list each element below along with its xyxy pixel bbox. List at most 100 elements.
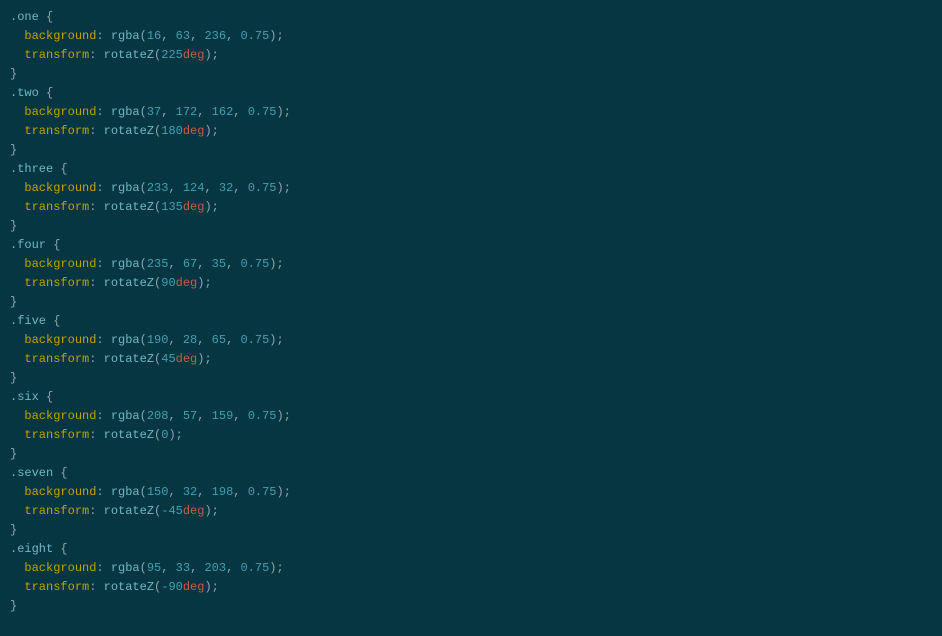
code-line: transform: rotateZ(180deg);: [10, 122, 932, 141]
code-line: }: [10, 293, 932, 312]
code-line: transform: rotateZ(0);: [10, 426, 932, 445]
code-line: background: rgba(95, 33, 203, 0.75);: [10, 559, 932, 578]
number: -90: [161, 580, 183, 594]
selector: .four: [10, 238, 46, 252]
func-rgba: rgba: [111, 333, 140, 347]
property-transform: transform: [24, 428, 89, 442]
code-line: transform: rotateZ(-45deg);: [10, 502, 932, 521]
property-transform: transform: [24, 200, 89, 214]
code-line: background: rgba(208, 57, 159, 0.75);: [10, 407, 932, 426]
property-background: background: [24, 333, 96, 347]
code-line: transform: rotateZ(-90deg);: [10, 578, 932, 597]
code-line: .eight {: [10, 540, 932, 559]
number: 65: [212, 333, 226, 347]
property-background: background: [24, 29, 96, 43]
code-line: background: rgba(150, 32, 198, 0.75);: [10, 483, 932, 502]
number: 0.75: [248, 181, 277, 195]
code-line: .three {: [10, 160, 932, 179]
number: 0.75: [248, 409, 277, 423]
code-line: background: rgba(16, 63, 236, 0.75);: [10, 27, 932, 46]
number: 37: [147, 105, 161, 119]
code-line: .five {: [10, 312, 932, 331]
code-line: transform: rotateZ(90deg);: [10, 274, 932, 293]
number: 235: [147, 257, 169, 271]
property-background: background: [24, 257, 96, 271]
selector: .seven: [10, 466, 53, 480]
unit-deg: deg: [183, 580, 205, 594]
unit-deg: deg: [176, 352, 198, 366]
number: 0.75: [240, 257, 269, 271]
code-line: background: rgba(235, 67, 35, 0.75);: [10, 255, 932, 274]
property-transform: transform: [24, 352, 89, 366]
number: 63: [176, 29, 190, 43]
number: 90: [161, 276, 175, 290]
func-rgba: rgba: [111, 409, 140, 423]
func-rotatez: rotateZ: [104, 48, 154, 62]
number: 32: [219, 181, 233, 195]
func-rotatez: rotateZ: [104, 580, 154, 594]
number: 0.75: [240, 29, 269, 43]
number: 57: [183, 409, 197, 423]
property-background: background: [24, 561, 96, 575]
selector: .three: [10, 162, 53, 176]
unit-deg: deg: [183, 200, 205, 214]
number: 236: [204, 29, 226, 43]
func-rgba: rgba: [111, 181, 140, 195]
number: 0.75: [248, 485, 277, 499]
code-line: background: rgba(37, 172, 162, 0.75);: [10, 103, 932, 122]
code-block: .one { background: rgba(16, 63, 236, 0.7…: [10, 8, 932, 616]
func-rgba: rgba: [111, 29, 140, 43]
func-rotatez: rotateZ: [104, 352, 154, 366]
number: 33: [176, 561, 190, 575]
number: 172: [176, 105, 198, 119]
code-line: }: [10, 369, 932, 388]
func-rotatez: rotateZ: [104, 276, 154, 290]
number: 190: [147, 333, 169, 347]
func-rgba: rgba: [111, 561, 140, 575]
code-line: }: [10, 65, 932, 84]
number: 95: [147, 561, 161, 575]
number: 162: [212, 105, 234, 119]
number: 225: [161, 48, 183, 62]
selector: .eight: [10, 542, 53, 556]
property-background: background: [24, 409, 96, 423]
code-line: }: [10, 597, 932, 616]
property-transform: transform: [24, 124, 89, 138]
number: 32: [183, 485, 197, 499]
func-rgba: rgba: [111, 257, 140, 271]
number: 28: [183, 333, 197, 347]
code-line: .four {: [10, 236, 932, 255]
number: 67: [183, 257, 197, 271]
code-line: .one {: [10, 8, 932, 27]
code-line: }: [10, 521, 932, 540]
number: 180: [161, 124, 183, 138]
func-rgba: rgba: [111, 105, 140, 119]
func-rotatez: rotateZ: [104, 124, 154, 138]
number: 198: [212, 485, 234, 499]
property-transform: transform: [24, 276, 89, 290]
func-rgba: rgba: [111, 485, 140, 499]
number: 150: [147, 485, 169, 499]
number: 45: [161, 352, 175, 366]
code-line: transform: rotateZ(135deg);: [10, 198, 932, 217]
property-transform: transform: [24, 580, 89, 594]
code-line: background: rgba(190, 28, 65, 0.75);: [10, 331, 932, 350]
number: 203: [204, 561, 226, 575]
number: 16: [147, 29, 161, 43]
selector: .six: [10, 390, 39, 404]
selector: .one: [10, 10, 39, 24]
selector: .two: [10, 86, 39, 100]
unit-deg: deg: [183, 124, 205, 138]
property-background: background: [24, 105, 96, 119]
code-line: transform: rotateZ(225deg);: [10, 46, 932, 65]
code-line: .seven {: [10, 464, 932, 483]
number: 0.75: [248, 105, 277, 119]
number: 208: [147, 409, 169, 423]
code-line: }: [10, 217, 932, 236]
func-rotatez: rotateZ: [104, 428, 154, 442]
number: 124: [183, 181, 205, 195]
code-line: background: rgba(233, 124, 32, 0.75);: [10, 179, 932, 198]
number: 135: [161, 200, 183, 214]
unit-deg: deg: [183, 504, 205, 518]
number: 35: [212, 257, 226, 271]
